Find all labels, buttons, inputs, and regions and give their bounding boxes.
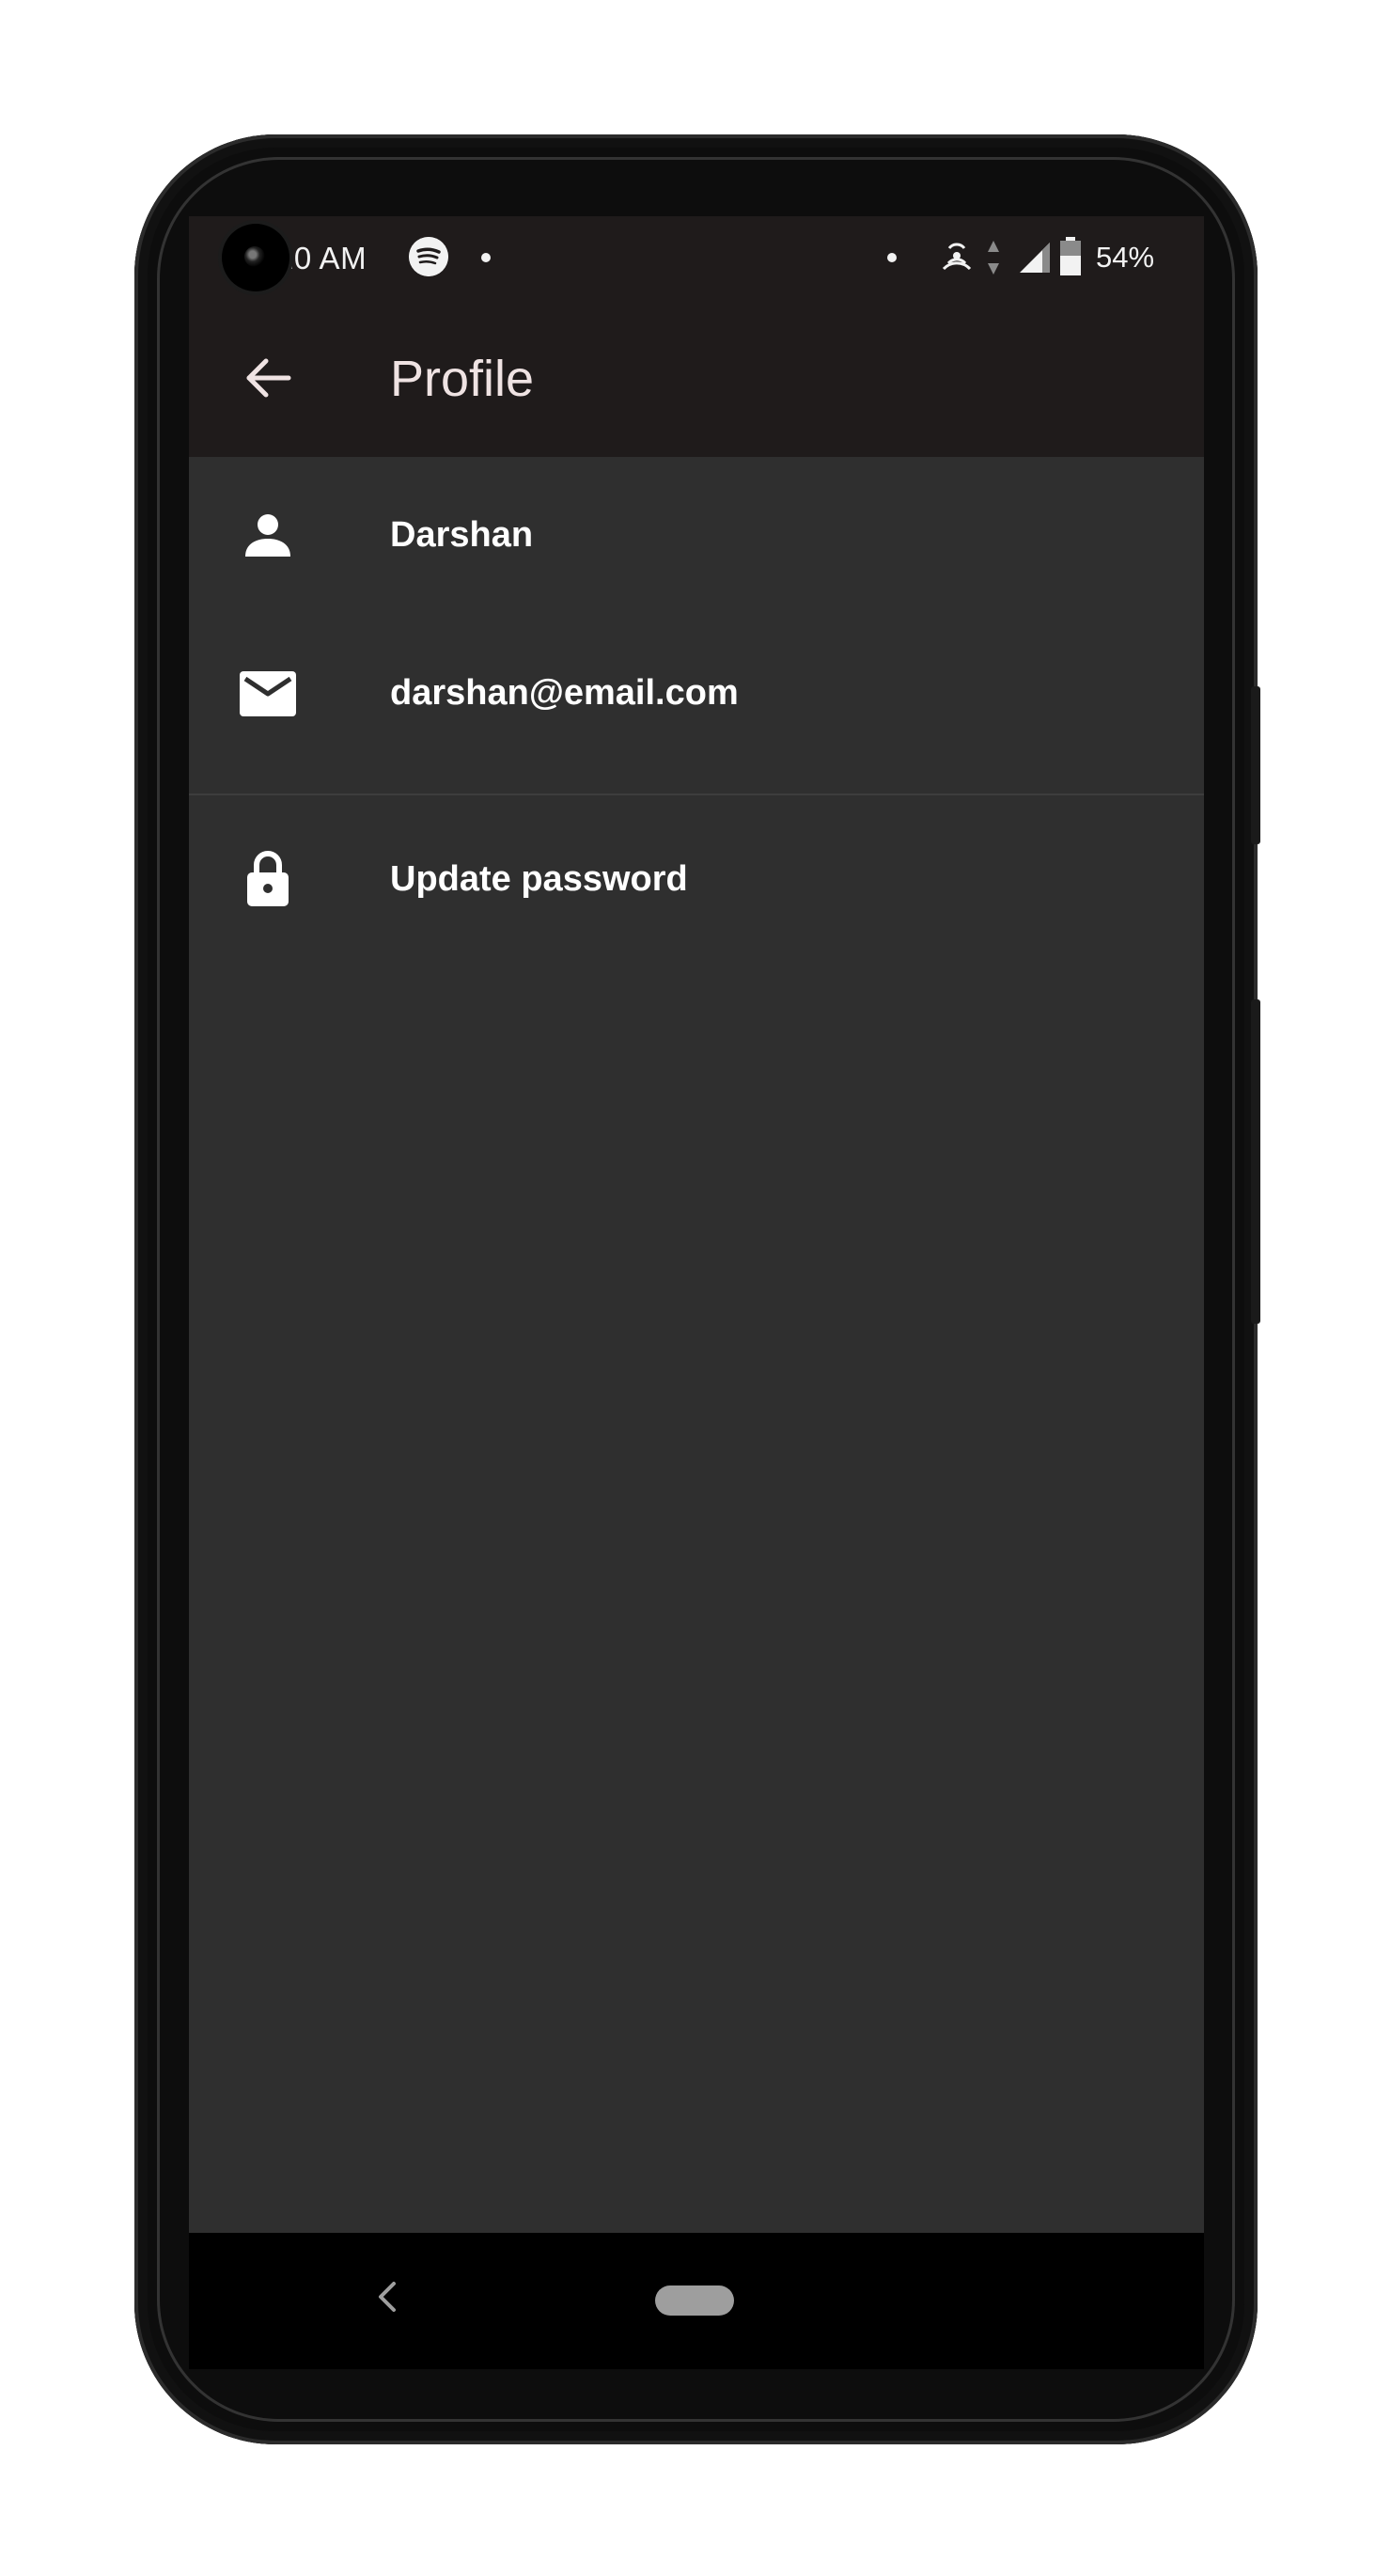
app-bar: Profile xyxy=(189,299,1204,457)
profile-email-row: darshan@email.com xyxy=(189,615,1204,773)
phone-side-button-bottom xyxy=(1251,999,1260,1324)
nav-back-icon[interactable] xyxy=(373,2278,401,2316)
person-icon xyxy=(245,514,290,557)
battery-icon xyxy=(1060,237,1081,275)
notification-dot-icon xyxy=(887,253,897,262)
hotspot-icon xyxy=(942,243,972,271)
page-title: Profile xyxy=(390,351,535,407)
arrow-back-icon[interactable] xyxy=(242,352,294,404)
status-time: 10 AM xyxy=(276,241,367,275)
home-pill-icon[interactable] xyxy=(655,2285,734,2316)
status-bar: 10 AM 54% xyxy=(189,216,1204,299)
notification-dot-icon xyxy=(481,253,491,262)
system-nav-bar xyxy=(189,2233,1204,2369)
phone-side-button-top xyxy=(1251,686,1260,844)
update-password-label: Update password xyxy=(390,859,688,899)
profile-email: darshan@email.com xyxy=(390,673,739,713)
cell-signal-icon xyxy=(1020,243,1050,273)
device-screen: 10 AM 54% Profile Darshan darshan@email.… xyxy=(189,216,1204,2369)
profile-name: Darshan xyxy=(390,515,534,555)
lock-icon xyxy=(247,851,289,906)
battery-percent: 54% xyxy=(1096,241,1155,274)
profile-name-row: Darshan xyxy=(189,457,1204,615)
update-password-row[interactable]: Update password xyxy=(189,793,1204,951)
email-icon xyxy=(240,671,296,716)
front-camera xyxy=(222,224,289,291)
data-arrows-icon xyxy=(988,241,999,275)
spotify-icon xyxy=(409,237,448,276)
